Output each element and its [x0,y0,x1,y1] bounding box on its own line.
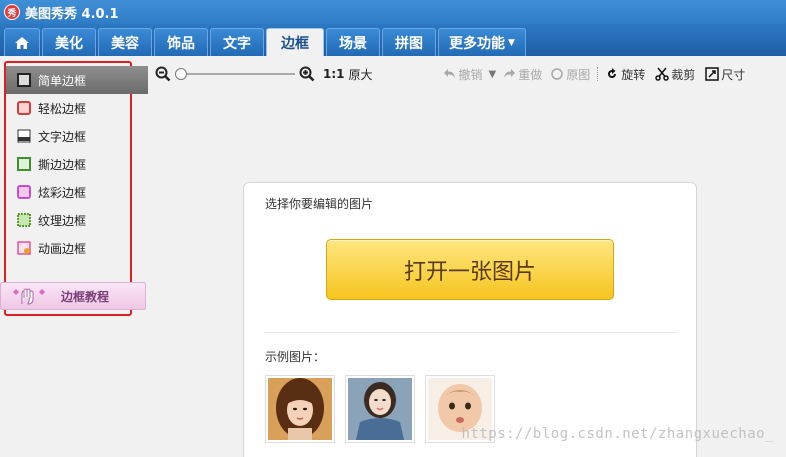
simple-frame-icon [17,73,31,87]
redo-button[interactable]: 重做 [502,66,542,83]
undo-button[interactable]: 撤销 [443,66,483,83]
rotate-button[interactable]: 旋转 [605,66,645,83]
tab-home[interactable] [4,28,40,56]
scissors-icon [655,67,670,81]
resize-label: 尺寸 [721,67,746,82]
resize-icon [705,67,720,81]
tab-text[interactable]: 文字 [210,28,264,56]
app-logo: 秀 [4,4,20,20]
original-image-icon [551,68,563,80]
sidebar-item-label: 文字边框 [38,129,87,144]
toolbar-divider [597,67,599,81]
slider-thumb[interactable] [175,68,187,80]
tab-frame[interactable]: 边框 [266,28,324,56]
zoom-in-icon[interactable] [299,66,315,82]
texture-frame-icon [17,213,31,227]
colorful-frame-icon [17,185,31,199]
easy-frame-icon [17,101,31,115]
sample-photo-woman-denim [348,378,412,440]
original-size-button[interactable]: 原大 [349,66,373,83]
tab-beautify[interactable]: 美化 [42,28,96,56]
sample-images-label: 示例图片： [265,350,326,364]
open-image-panel: 选择你要编辑的图片 打开一张图片 示例图片： [243,182,697,457]
open-image-button[interactable]: 打开一张图片 [326,239,614,300]
tab-collage[interactable]: 拼图 [382,28,436,56]
crop-label: 裁剪 [671,67,696,82]
sidebar-item-label: 炫彩边框 [38,185,87,200]
crop-button[interactable]: 裁剪 [655,66,695,83]
animation-frame-icon [17,241,31,255]
original-image-label: 原图 [566,67,591,82]
sidebar-item-colorful-frame[interactable]: 炫彩边框 [9,178,127,206]
redo-icon [504,69,516,78]
hand-icon [13,288,45,305]
sidebar-item-simple-frame[interactable]: 简单边框 [6,66,148,94]
zoom-out-icon[interactable] [155,66,171,82]
rotate-icon [608,68,617,78]
frame-tutorial-button[interactable]: 边框教程 [0,282,146,310]
main-tab-bar: 美化 美容 饰品 文字 边框 场景 拼图 更多功能 ▼ [0,24,786,56]
sample-image-2[interactable] [345,375,415,443]
zoom-slider[interactable] [175,67,295,81]
tab-accessories[interactable]: 饰品 [154,28,208,56]
undo-icon [443,69,455,78]
sidebar: 简单边框 轻松边框 文字边框 撕边边框 炫彩边框 纹理边框 动画边框 边框教程 [0,56,150,457]
sidebar-item-label: 简单边框 [38,73,87,88]
text-frame-icon [17,129,31,143]
sidebar-item-label: 动画边框 [38,241,87,256]
tab-more-label: 更多功能 [449,35,506,52]
sidebar-item-label: 纹理边框 [38,213,87,228]
slider-track [179,73,295,75]
tab-more-features[interactable]: 更多功能 ▼ [438,28,526,56]
watermark: https://blog.csdn.net/zhangxuechao_ [461,426,774,442]
tutorial-label: 边框教程 [61,289,110,304]
divider [264,332,678,333]
sidebar-item-text-frame[interactable]: 文字边框 [9,122,127,150]
undo-label: 撤销 [458,67,483,82]
sidebar-item-label: 轻松边框 [38,101,87,116]
frame-category-list: 简单边框 轻松边框 文字边框 撕边边框 炫彩边框 纹理边框 动画边框 [4,61,148,316]
title-bar: 秀 美图秀秀 4.0.1 [0,0,786,24]
ratio-button[interactable]: 1:1 [323,67,345,81]
sidebar-item-texture-frame[interactable]: 纹理边框 [9,206,127,234]
sidebar-item-animation-frame[interactable]: 动画边框 [9,234,127,262]
tab-face[interactable]: 美容 [98,28,152,56]
sidebar-item-torn-frame[interactable]: 撕边边框 [9,150,127,178]
select-image-hint: 选择你要编辑的图片 [265,197,374,211]
resize-button[interactable]: 尺寸 [705,66,745,83]
sidebar-item-label: 撕边边框 [38,157,87,172]
torn-frame-icon [17,157,31,171]
undo-dropdown-icon[interactable]: ▼ [489,69,497,80]
app-title: 美图秀秀 4.0.1 [25,6,119,22]
sample-photo-woman-brown-hair [268,378,332,440]
rotate-label: 旋转 [621,67,646,82]
home-icon [15,36,29,49]
toolbar: 1:1 原大 撤销 ▼ 重做 原图 旋转 裁剪 尺寸 [155,61,786,87]
chevron-down-icon: ▼ [508,37,515,48]
sidebar-item-easy-frame[interactable]: 轻松边框 [9,94,127,122]
redo-label: 重做 [518,67,543,82]
original-image-button[interactable]: 原图 [550,66,590,83]
sample-image-1[interactable] [265,375,335,443]
tab-scene[interactable]: 场景 [326,28,380,56]
